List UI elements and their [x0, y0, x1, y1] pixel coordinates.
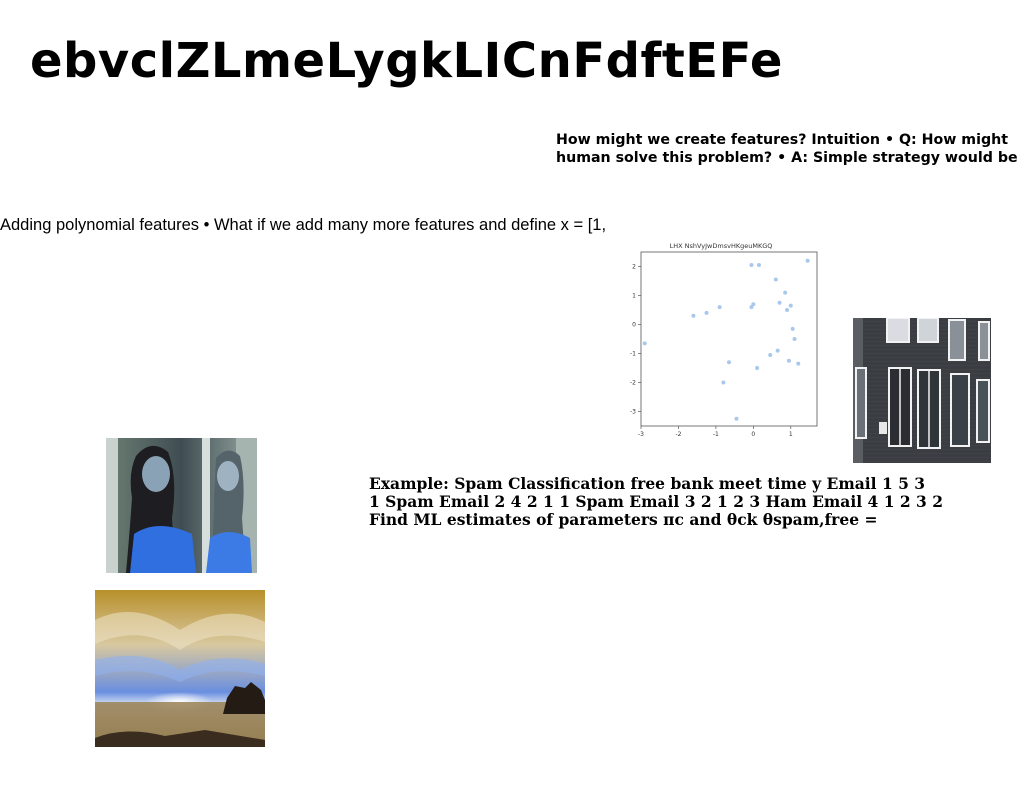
scatter-point	[786, 358, 791, 363]
x-tick-label: -3	[638, 431, 644, 438]
y-tick-label: -1	[630, 351, 636, 358]
x-tick-label: -1	[713, 431, 719, 438]
scatter-chart: LHX NshVyJwDmsvHKgeuMKGQ -3 -2 -1 0 1 -3 -2 -1 0…	[620, 236, 830, 442]
spam-classification-example: Example: Spam Classification free bank m…	[369, 474, 944, 529]
scatter-point	[805, 258, 810, 263]
x-tick-label: -2	[675, 431, 681, 438]
scatter-point	[717, 305, 722, 310]
scatter-point	[788, 303, 793, 308]
sunset-beach-photo	[95, 590, 265, 747]
x-tick-label: 1	[789, 431, 793, 438]
scatter-point	[704, 310, 709, 315]
scatter-point	[691, 313, 696, 318]
chart-title: LHX NshVyJwDmsvHKgeuMKGQ	[670, 242, 773, 250]
building-photo	[853, 318, 991, 463]
scatter-point	[721, 380, 726, 385]
scatter-point	[796, 361, 801, 366]
scatter-point	[734, 416, 739, 421]
y-tick-label: 2	[632, 264, 636, 271]
scatter-point	[727, 360, 731, 365]
scatter-point	[785, 308, 790, 312]
scatter-point	[756, 263, 761, 268]
scatter-point	[751, 302, 756, 307]
y-tick-label: 1	[632, 293, 636, 300]
scatter-point	[755, 366, 760, 370]
x-tick-label: 0	[751, 431, 755, 438]
scatter-point	[792, 337, 797, 341]
scatter-point	[749, 263, 754, 268]
plot-area	[640, 251, 818, 427]
scatter-point	[775, 348, 780, 353]
y-tick-label: 0	[632, 322, 636, 329]
scatter-point	[783, 290, 788, 295]
scatter-point	[773, 277, 778, 282]
polynomial-features-text: Adding polynomial features • What if we …	[0, 216, 607, 234]
scatter-point	[768, 352, 773, 357]
woman-mirror-photo	[106, 438, 257, 573]
scatter-point	[777, 300, 782, 305]
page-title: ebvclZLmeLygkLICnFdftEFe	[30, 33, 783, 89]
scatter-point	[642, 341, 647, 346]
features-intuition-text: How might we create features? Intuition …	[556, 132, 1018, 166]
y-tick-label: -3	[630, 409, 636, 416]
y-tick-label: -2	[630, 380, 636, 387]
scatter-point	[790, 326, 795, 331]
